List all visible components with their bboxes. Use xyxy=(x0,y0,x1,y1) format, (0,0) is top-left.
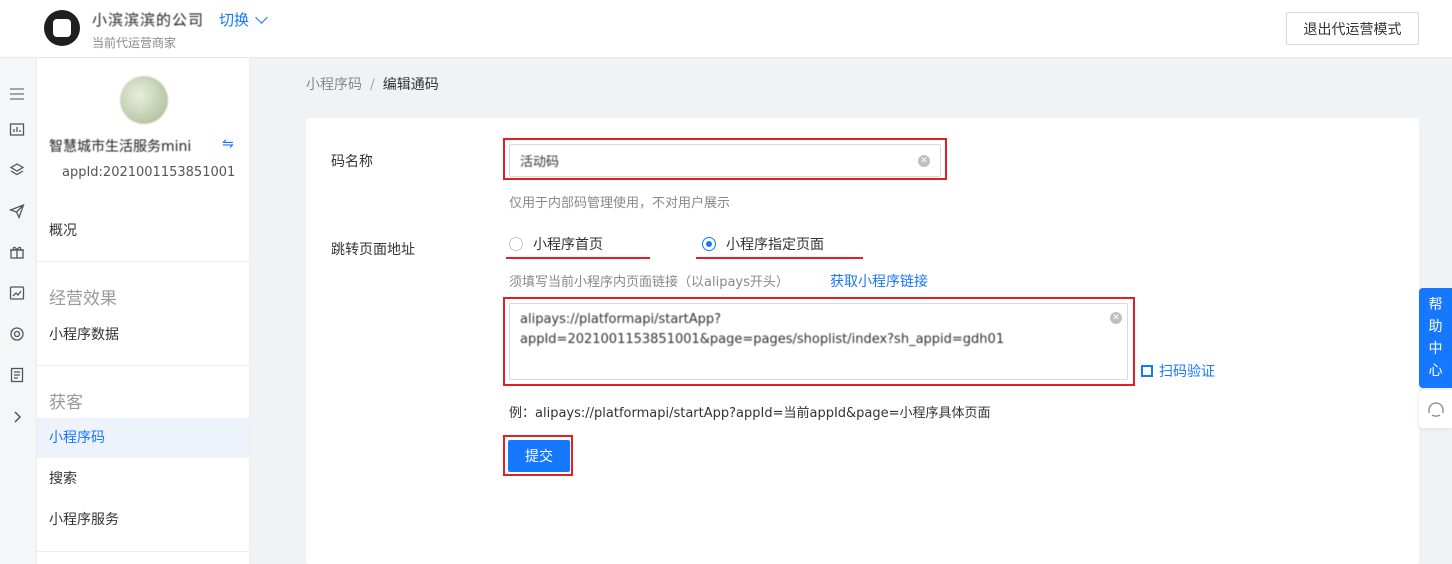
document-icon[interactable] xyxy=(9,367,25,383)
divider xyxy=(37,261,249,262)
link-hint: 须填写当前小程序内页面链接（以alipays开头） xyxy=(509,275,789,290)
radio-label: 小程序首页 xyxy=(533,237,603,253)
sidebar-item-search[interactable]: 搜索 xyxy=(37,459,249,499)
exit-proxy-mode-button[interactable]: 退出代运营模式 xyxy=(1286,12,1419,45)
top-bar: 小滨滨滨的公司 切换 当前代运营商家 退出代运营模式 xyxy=(0,0,1452,58)
annotation-box xyxy=(503,138,947,180)
sidebar-item-label: 小程序服务 xyxy=(49,512,119,528)
sidebar-item-miniapp-code[interactable]: 小程序码 xyxy=(37,418,249,458)
divider xyxy=(37,551,249,552)
annotation-box xyxy=(503,435,573,476)
send-icon[interactable] xyxy=(8,203,25,220)
sidebar-item-miniapp-data[interactable]: 小程序数据 xyxy=(37,315,249,355)
sidebar-item-overview[interactable]: 概况 xyxy=(37,211,249,251)
annotation-box xyxy=(503,297,1135,386)
code-name-label: 码名称 xyxy=(331,154,373,170)
sidebar-group-acquisition: 获客 xyxy=(49,393,83,413)
help-center-button[interactable]: 帮 助 中 心 xyxy=(1419,288,1452,388)
app-name: 智慧城市生活服务mini xyxy=(49,139,192,155)
radio-miniapp-home[interactable]: 小程序首页 xyxy=(509,234,603,254)
radio-dot[interactable] xyxy=(509,237,523,251)
switch-label: 切换 xyxy=(219,11,250,29)
url-example: 例：alipays://platformapi/startApp?appId=当… xyxy=(509,406,991,421)
app-id: appId:2021001153851001 xyxy=(62,165,236,180)
chevron-down-icon xyxy=(255,11,268,24)
sidebar-item-label: 搜索 xyxy=(49,471,77,487)
breadcrumb-separator: / xyxy=(370,77,375,93)
chevron-right-icon[interactable] xyxy=(9,409,25,425)
breadcrumb: 小程序码 / 编辑通码 xyxy=(306,74,439,94)
scan-verify-link[interactable]: 扫码验证 xyxy=(1141,361,1215,381)
icon-bar xyxy=(0,58,37,564)
sidebar-item-miniapp-service[interactable]: 小程序服务 xyxy=(37,500,249,540)
sidebar-item-label: 小程序数据 xyxy=(49,327,119,343)
help-char: 中 xyxy=(1428,341,1443,357)
annotation-underline xyxy=(696,257,863,259)
sidebar-item-label: 小程序码 xyxy=(49,430,105,446)
layers-icon[interactable] xyxy=(9,162,25,178)
breadcrumb-current: 编辑通码 xyxy=(382,77,439,93)
scan-verify-label: 扫码验证 xyxy=(1159,364,1215,380)
sidebar-item-label: 概况 xyxy=(49,223,77,239)
radio-label: 小程序指定页面 xyxy=(726,237,824,253)
radio-miniapp-specific-page[interactable]: 小程序指定页面 xyxy=(702,234,824,254)
gift-icon[interactable] xyxy=(9,244,25,260)
switch-merchant-button[interactable]: 切换 xyxy=(219,9,268,30)
app-avatar xyxy=(120,76,168,124)
dashboard-icon[interactable] xyxy=(9,122,25,138)
radio-dot[interactable] xyxy=(702,237,716,251)
qrcode-icon xyxy=(1141,365,1153,377)
headset-icon xyxy=(1428,402,1444,417)
target-icon[interactable] xyxy=(9,326,25,342)
breadcrumb-root[interactable]: 小程序码 xyxy=(306,77,362,93)
annotation-underline xyxy=(506,257,650,259)
form-card: 码名称 ✕ 仅用于内部码管理使用，不对用户展示 跳转页面地址 小程序首页 小程序… xyxy=(306,118,1419,564)
get-miniapp-link[interactable]: 获取小程序链接 xyxy=(830,271,928,291)
help-char: 帮 xyxy=(1428,297,1443,313)
sidebar-group-performance: 经营效果 xyxy=(49,289,117,309)
swap-app-icon[interactable]: ⇋ xyxy=(222,136,234,152)
code-name-hint: 仅用于内部码管理使用，不对用户展示 xyxy=(509,196,731,211)
help-char: 助 xyxy=(1428,319,1443,335)
customer-service-button[interactable] xyxy=(1419,390,1452,428)
sidebar: 智慧城市生活服务mini ⇋ appId:2021001153851001 概况… xyxy=(37,58,250,564)
merchant-logo xyxy=(44,10,80,46)
menu-icon[interactable] xyxy=(9,86,25,102)
jump-url-label: 跳转页面地址 xyxy=(331,242,415,258)
divider xyxy=(37,365,249,366)
chart-icon[interactable] xyxy=(9,285,25,301)
merchant-subtitle: 当前代运营商家 xyxy=(92,36,177,50)
help-char: 心 xyxy=(1428,363,1443,379)
merchant-name: 小滨滨滨的公司 xyxy=(92,11,205,29)
